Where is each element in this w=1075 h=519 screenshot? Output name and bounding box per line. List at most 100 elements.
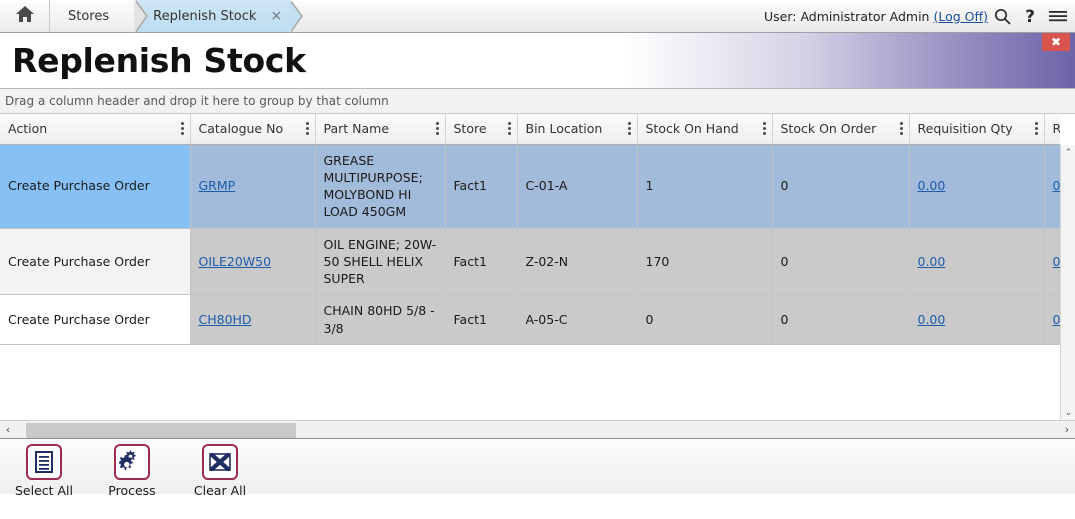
search-icon[interactable] — [994, 8, 1011, 25]
document-lines-icon — [26, 444, 62, 480]
page-banner: Replenish Stock ✖ — [0, 33, 1075, 89]
cell-part_name: CHAIN 80HD 5/8 - 3/8 — [315, 295, 445, 345]
cell-action: Create Purchase Order — [0, 144, 190, 228]
scroll-down-icon[interactable]: ⌄ — [1061, 405, 1075, 420]
h-scroll-thumb[interactable] — [26, 423, 296, 438]
data-grid: Action Catalogue No Part NameStore Bin Loca… — [0, 114, 1075, 420]
cell-requisition_qty[interactable]: 0.00 — [909, 144, 1044, 228]
user-info: User: Administrator Admin (Log Off) — [764, 0, 994, 32]
vertical-scrollbar[interactable]: ⌃ ⌄ — [1060, 145, 1075, 420]
home-tab-button[interactable] — [0, 0, 50, 32]
menu-icon[interactable] — [1049, 9, 1067, 23]
scroll-left-icon[interactable]: ‹ — [0, 423, 16, 436]
column-header-stock_on_hand[interactable]: Stock On Hand — [637, 114, 772, 144]
column-menu-icon[interactable] — [508, 122, 511, 135]
breadcrumb-replenish-stock[interactable]: Replenish Stock × — [135, 0, 290, 32]
scroll-up-icon[interactable]: ⌃ — [1061, 145, 1075, 160]
grid-scroll-viewport: Action Catalogue No Part NameStore Bin Loca… — [0, 114, 1060, 420]
column-header-bin_location[interactable]: Bin Location — [517, 114, 637, 144]
cell-stock_on_order: 0 — [772, 228, 909, 295]
column-header-requisition_qty[interactable]: Requisition Qty — [909, 114, 1044, 144]
close-tab-icon[interactable]: × — [270, 9, 282, 23]
cell-store: Fact1 — [445, 144, 517, 228]
group-by-hint: Drag a column header and drop it here to… — [5, 94, 389, 108]
column-menu-icon[interactable] — [306, 122, 309, 135]
requisition_qty-link[interactable]: 0.00 — [918, 178, 946, 193]
partial-link[interactable]: 0 — [1053, 254, 1061, 269]
requisition_qty-link[interactable]: 0.00 — [918, 312, 946, 327]
cell-store: Fact1 — [445, 228, 517, 295]
column-header-label: R — [1053, 121, 1061, 136]
horizontal-scrollbar[interactable]: ‹ › — [0, 420, 1075, 438]
column-menu-icon[interactable] — [181, 122, 184, 135]
catalogue_no-link[interactable]: GRMP — [199, 178, 236, 193]
cell-action: Create Purchase Order — [0, 228, 190, 295]
column-header-stock_on_order[interactable]: Stock On Order — [772, 114, 909, 144]
scroll-right-icon[interactable]: › — [1059, 423, 1075, 436]
column-header-store[interactable]: Store — [445, 114, 517, 144]
cell-store: Fact1 — [445, 295, 517, 345]
breadcrumb-label: Replenish Stock — [153, 9, 256, 24]
column-header-label: Catalogue No — [199, 121, 284, 136]
top-navigation-bar: Stores Replenish Stock × User: Administr… — [0, 0, 1075, 33]
partial-link[interactable]: 0 — [1053, 312, 1061, 327]
cell-part_name: GREASE MULTIPURPOSE; MOLYBOND HI LOAD 45… — [315, 144, 445, 228]
cell-catalogue_no[interactable]: OILE20W50 — [190, 228, 315, 295]
cell-bin_location: A-05-C — [517, 295, 637, 345]
cell-requisition_qty[interactable]: 0.00 — [909, 228, 1044, 295]
cell-part_name: OIL ENGINE; 20W-50 SHELL HELIX SUPER — [315, 228, 445, 295]
column-header-catalogue_no[interactable]: Catalogue No — [190, 114, 315, 144]
topbar-spacer — [290, 0, 764, 32]
column-header-partial[interactable]: R — [1044, 114, 1060, 144]
home-icon — [15, 5, 35, 27]
cell-action: Create Purchase Order — [0, 295, 190, 345]
column-menu-icon[interactable] — [436, 122, 439, 135]
group-by-drop-area[interactable]: Drag a column header and drop it here to… — [0, 89, 1075, 114]
column-menu-icon[interactable] — [900, 122, 903, 135]
column-menu-icon[interactable] — [763, 122, 766, 135]
process-button[interactable]: Process — [102, 444, 162, 498]
cell-stock_on_order: 0 — [772, 295, 909, 345]
select-all-button[interactable]: Select All — [14, 444, 74, 498]
cell-bin_location: C-01-A — [517, 144, 637, 228]
table-row[interactable]: Create Purchase Order OILE20W50 OIL ENGINE… — [0, 228, 1060, 295]
column-header-label: Requisition Qty — [918, 121, 1013, 136]
cell-partial[interactable]: 0 — [1044, 295, 1060, 345]
cell-catalogue_no[interactable]: GRMP — [190, 144, 315, 228]
cell-requisition_qty[interactable]: 0.00 — [909, 295, 1044, 345]
column-menu-icon[interactable] — [1035, 122, 1038, 135]
catalogue_no-link[interactable]: OILE20W50 — [199, 254, 272, 269]
breadcrumb-stores[interactable]: Stores — [50, 0, 135, 32]
gears-icon — [114, 444, 150, 480]
cell-partial[interactable]: 0 — [1044, 228, 1060, 295]
cell-bin_location: Z-02-N — [517, 228, 637, 295]
column-header-label: Bin Location — [526, 121, 603, 136]
help-icon[interactable]: ? — [1023, 7, 1037, 25]
table-row[interactable]: Create Purchase Order GRMP GREASE MULTIPUR… — [0, 144, 1060, 228]
cell-stock_on_hand: 170 — [637, 228, 772, 295]
column-menu-icon[interactable] — [628, 122, 631, 135]
column-header-action[interactable]: Action — [0, 114, 190, 144]
page-title: Replenish Stock — [0, 41, 306, 80]
h-scroll-track[interactable] — [16, 422, 1059, 438]
clear-all-button[interactable]: Clear All — [190, 444, 250, 498]
column-header-label: Stock On Order — [781, 121, 877, 136]
user-name-label: User: Administrator Admin — [764, 9, 929, 24]
bottom-toolbar: Select All Process Clear All — [0, 438, 1075, 494]
catalogue_no-link[interactable]: CH80HD — [199, 312, 252, 327]
column-header-label: Stock On Hand — [646, 121, 739, 136]
x-cross-icon — [202, 444, 238, 480]
close-page-button[interactable]: ✖ — [1042, 33, 1070, 51]
partial-link[interactable]: 0 — [1053, 178, 1061, 193]
breadcrumb-label: Stores — [68, 9, 109, 24]
table-row[interactable]: Create Purchase Order CH80HD CHAIN 80HD 5/… — [0, 295, 1060, 345]
column-header-label: Action — [8, 121, 47, 136]
cell-partial[interactable]: 0 — [1044, 144, 1060, 228]
cell-stock_on_order: 0 — [772, 144, 909, 228]
cell-catalogue_no[interactable]: CH80HD — [190, 295, 315, 345]
log-off-link[interactable]: (Log Off) — [933, 9, 988, 24]
replenish-stock-table: Action Catalogue No Part NameStore Bin Loca… — [0, 114, 1060, 345]
requisition_qty-link[interactable]: 0.00 — [918, 254, 946, 269]
svg-text:?: ? — [1025, 7, 1035, 25]
column-header-part_name[interactable]: Part Name — [315, 114, 445, 144]
